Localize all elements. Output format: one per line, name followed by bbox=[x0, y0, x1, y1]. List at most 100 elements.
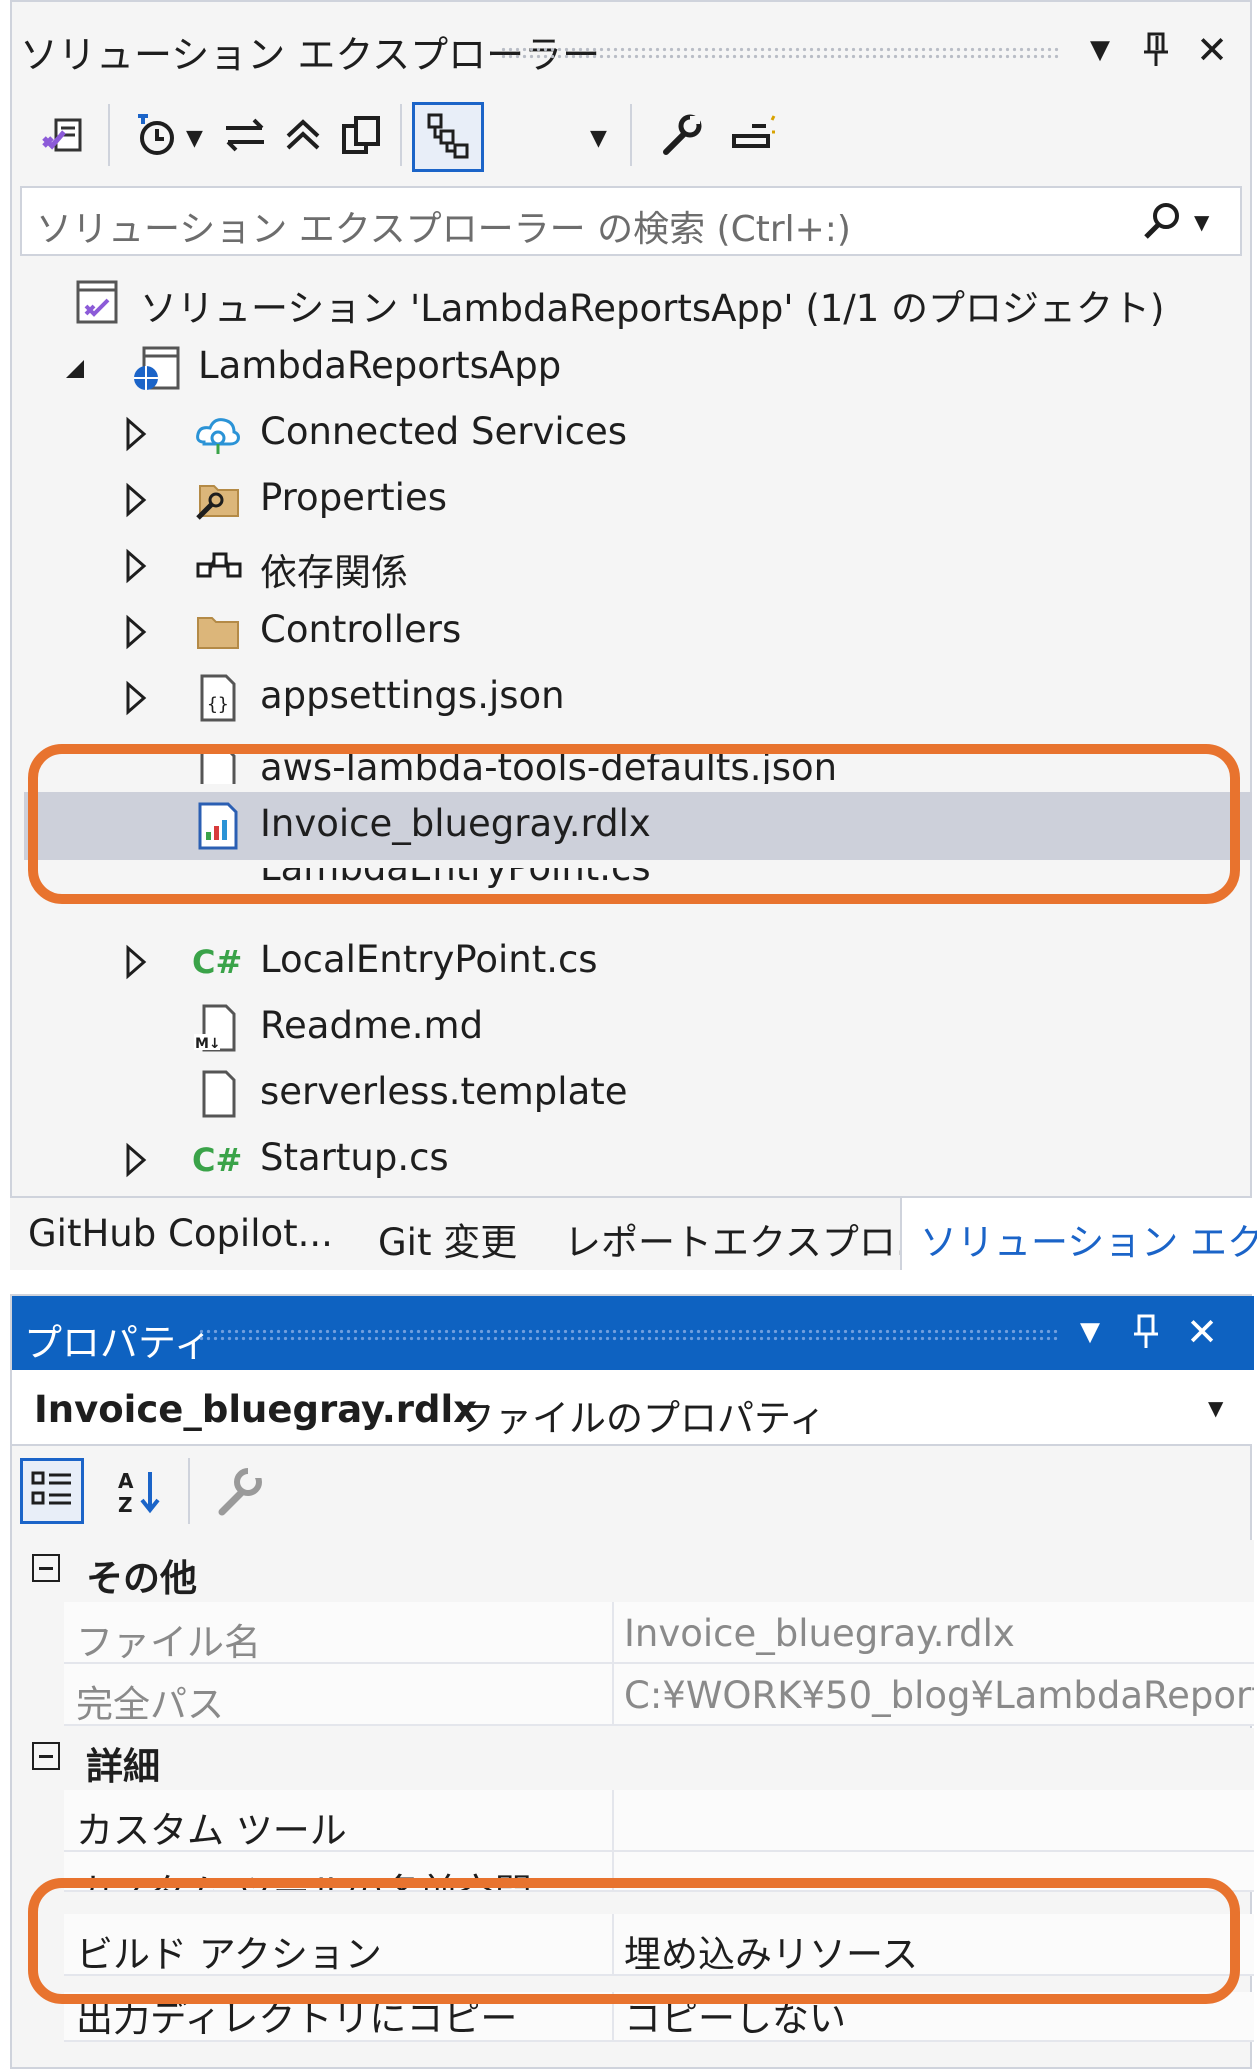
preview-icon[interactable] bbox=[724, 104, 782, 166]
collapse-all-icon[interactable] bbox=[274, 104, 332, 166]
close-icon[interactable]: ✕ bbox=[1192, 30, 1232, 70]
collapsed-arrow-icon[interactable] bbox=[120, 546, 150, 586]
copy-icon[interactable] bbox=[332, 104, 390, 166]
object-name: Invoice_bluegray.rdlx bbox=[34, 1388, 478, 1431]
svg-text:M↓: M↓ bbox=[195, 1036, 221, 1052]
object-type: ファイルのプロパティ bbox=[458, 1397, 826, 1440]
alphabetical-sort-icon[interactable]: AZ bbox=[112, 1462, 172, 1522]
tab-git-changes[interactable]: Git 変更 bbox=[378, 1212, 517, 1266]
property-value: C:¥WORK¥50_blog¥LambdaReport bbox=[624, 1674, 1254, 1717]
collapse-box-icon[interactable] bbox=[32, 1554, 60, 1582]
property-row-custom-tool[interactable]: カスタム ツール bbox=[64, 1790, 1254, 1852]
tree-item-readme[interactable]: M↓ Readme.md bbox=[24, 996, 1252, 1060]
toolbar-separator bbox=[188, 1458, 190, 1524]
vs-solution-icon[interactable] bbox=[34, 104, 92, 166]
tree-item-properties[interactable]: Properties bbox=[24, 468, 1252, 532]
category-other[interactable]: その他 bbox=[24, 1540, 1254, 1602]
svg-text:{}: {} bbox=[207, 694, 229, 715]
properties-folder-icon bbox=[192, 474, 244, 526]
csharp-icon: C# bbox=[192, 1141, 243, 1179]
property-pages-wrench-icon bbox=[210, 1462, 270, 1522]
history-icon[interactable] bbox=[126, 104, 184, 166]
title-grip bbox=[500, 46, 1060, 60]
project-label: LambdaReportsApp bbox=[198, 344, 562, 387]
category-label: その他 bbox=[86, 1557, 197, 1600]
pin-icon[interactable] bbox=[1136, 30, 1176, 70]
chevron-down-icon[interactable]: ▼ bbox=[1208, 1396, 1223, 1420]
toolbar-separator bbox=[400, 104, 402, 166]
file-icon bbox=[192, 1068, 244, 1120]
highlight-box-selected-file bbox=[28, 744, 1240, 904]
folder-icon bbox=[192, 606, 244, 658]
category-label: 詳細 bbox=[86, 1745, 160, 1788]
close-icon[interactable]: ✕ bbox=[1182, 1312, 1222, 1352]
tab-solution-explorer[interactable]: ソリューション エク... bbox=[900, 1198, 1257, 1270]
tree-item-label: Controllers bbox=[260, 608, 462, 651]
csharp-icon: C# bbox=[192, 943, 243, 981]
categorized-view-button[interactable] bbox=[20, 1458, 84, 1524]
web-project-icon bbox=[130, 342, 182, 394]
object-selector[interactable]: Invoice_bluegray.rdlx ファイルのプロパティ ▼ bbox=[12, 1370, 1252, 1446]
chevron-down-icon[interactable]: ▼ bbox=[590, 126, 607, 151]
collapsed-arrow-icon[interactable] bbox=[120, 414, 150, 454]
property-name: カスタム ツール bbox=[76, 1809, 347, 1852]
pin-icon[interactable] bbox=[1126, 1312, 1166, 1352]
cloud-icon bbox=[192, 408, 244, 460]
collapsed-arrow-icon[interactable] bbox=[120, 612, 150, 652]
tab-github-copilot[interactable]: GitHub Copilot... bbox=[28, 1212, 333, 1255]
property-row-fullpath[interactable]: 完全パス C:¥WORK¥50_blog¥LambdaReport bbox=[64, 1664, 1254, 1726]
toolbar-separator bbox=[108, 104, 110, 166]
solution-node[interactable]: ソリューション 'LambdaReportsApp' (1/1 のプロジェクト) bbox=[24, 270, 1252, 334]
chevron-down-icon[interactable]: ▼ bbox=[186, 126, 203, 151]
collapsed-arrow-icon[interactable] bbox=[120, 1140, 150, 1180]
property-row-filename[interactable]: ファイル名 Invoice_bluegray.rdlx bbox=[64, 1602, 1254, 1664]
dependencies-icon bbox=[192, 540, 244, 592]
expanded-arrow-icon[interactable] bbox=[60, 348, 90, 388]
search-placeholder: ソリューション エクスプローラー の検索 (Ctrl+:) bbox=[36, 209, 851, 250]
category-advanced[interactable]: 詳細 bbox=[24, 1728, 1254, 1790]
chevron-down-icon[interactable]: ▼ bbox=[1194, 210, 1209, 234]
tree-item-appsettings[interactable]: {} appsettings.json bbox=[24, 666, 1252, 730]
dropdown-icon[interactable]: ▼ bbox=[1080, 30, 1120, 70]
tree-item-label: LocalEntryPoint.cs bbox=[260, 938, 598, 981]
tree-item-local-entry[interactable]: C# LocalEntryPoint.cs bbox=[24, 930, 1252, 994]
solution-icon bbox=[72, 276, 124, 328]
tree-item-label: 依存関係 bbox=[260, 551, 408, 594]
toolbar-separator bbox=[630, 104, 632, 166]
dropdown-icon[interactable]: ▼ bbox=[1070, 1312, 1110, 1352]
properties-wrench-icon[interactable] bbox=[652, 104, 710, 166]
tree-item-label: serverless.template bbox=[260, 1070, 628, 1113]
collapsed-arrow-icon[interactable] bbox=[120, 480, 150, 520]
tree-item-connected-services[interactable]: Connected Services bbox=[24, 402, 1252, 466]
tree-item-controllers[interactable]: Controllers bbox=[24, 600, 1252, 664]
svg-text:A: A bbox=[118, 1469, 134, 1493]
view-switch-icon[interactable] bbox=[412, 102, 484, 172]
properties-title-bar: プロパティ ▼ ✕ bbox=[12, 1296, 1254, 1370]
tool-window-tabs: GitHub Copilot... Git 変更 レポートエクスプロ... ソリ… bbox=[10, 1196, 1257, 1270]
search-input[interactable]: ソリューション エクスプローラー の検索 (Ctrl+:) ▼ bbox=[20, 186, 1242, 256]
collapse-box-icon[interactable] bbox=[32, 1742, 60, 1770]
tree-item-label: appsettings.json bbox=[260, 674, 565, 717]
tree-item-startup[interactable]: C# Startup.cs bbox=[24, 1128, 1252, 1192]
project-node[interactable]: LambdaReportsApp bbox=[24, 336, 1252, 400]
solution-label: ソリューション 'LambdaReportsApp' (1/1 のプロジェクト) bbox=[140, 287, 1165, 330]
tree-item-label: Startup.cs bbox=[260, 1136, 449, 1179]
tree-item-label: Properties bbox=[260, 476, 447, 519]
properties-title: プロパティ bbox=[24, 1321, 212, 1365]
sync-icon[interactable] bbox=[216, 104, 274, 166]
tree-item-label: Connected Services bbox=[260, 410, 628, 453]
grid-divider bbox=[612, 1664, 614, 1724]
title-grip bbox=[198, 1328, 1058, 1342]
grid-divider bbox=[612, 1790, 614, 1852]
search-icon[interactable] bbox=[1140, 200, 1184, 244]
property-value: Invoice_bluegray.rdlx bbox=[624, 1612, 1015, 1655]
highlight-box-build-action bbox=[28, 1878, 1240, 2004]
collapsed-arrow-icon[interactable] bbox=[120, 678, 150, 718]
property-name: ファイル名 bbox=[76, 1621, 261, 1664]
tab-report-explorer[interactable]: レポートエクスプロ... bbox=[564, 1212, 931, 1266]
grid-divider bbox=[612, 1602, 614, 1664]
solution-explorer-pane: ソリューション エクスプローラー ▼ ✕ ▼ ▼ ソリューション エクスプローラ… bbox=[10, 0, 1252, 1270]
tree-item-dependencies[interactable]: 依存関係 bbox=[24, 534, 1252, 598]
tree-item-serverless[interactable]: serverless.template bbox=[24, 1062, 1252, 1126]
collapsed-arrow-icon[interactable] bbox=[120, 942, 150, 982]
